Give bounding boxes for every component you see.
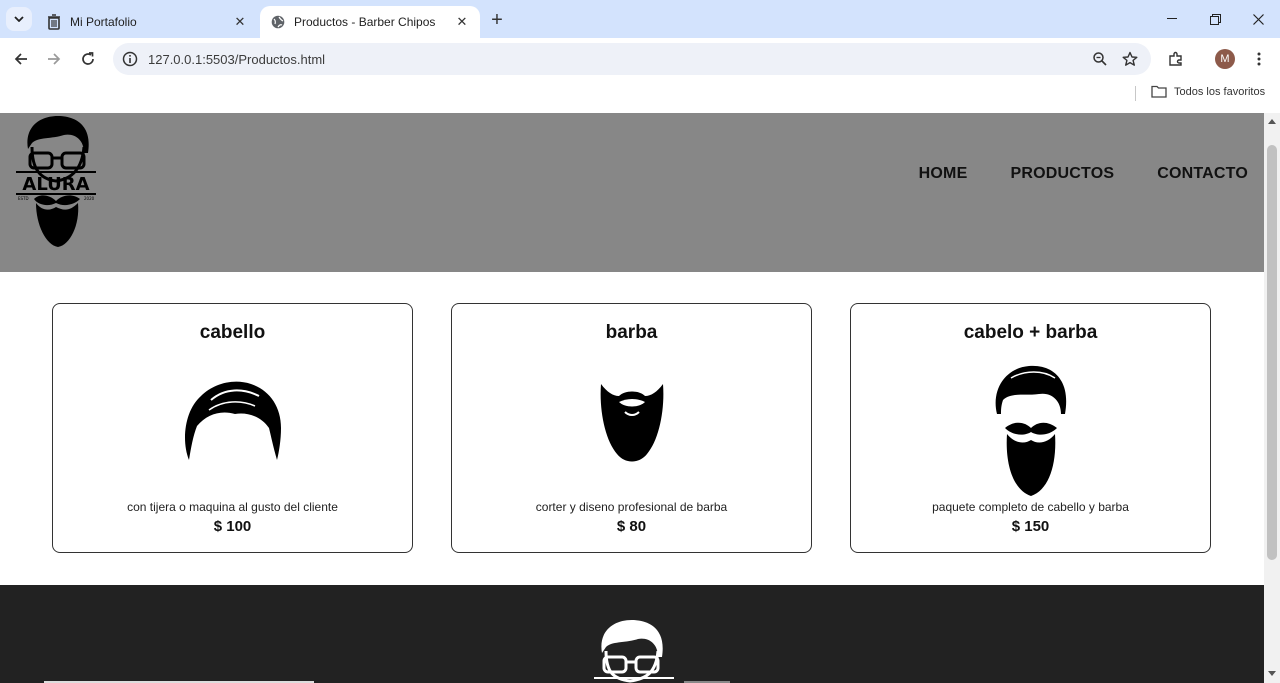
scroll-up-arrow-icon[interactable] [1268, 117, 1276, 125]
info-icon[interactable] [122, 51, 138, 67]
divider [1135, 86, 1136, 101]
more-vertical-icon [1257, 52, 1261, 66]
product-price: $ 150 [1011, 518, 1050, 535]
product-description: con tijera o maquina al gusto del client… [127, 500, 338, 514]
arrow-right-icon [48, 53, 61, 65]
globe-icon [270, 14, 286, 30]
scroll-down-arrow-icon[interactable] [1268, 669, 1276, 677]
tab-mi-portafolio[interactable]: Mi Portafolio ✕ [36, 6, 258, 38]
hair-icon [184, 381, 281, 460]
nav-productos[interactable]: PRODUCTOS [1010, 165, 1114, 183]
new-tab-button[interactable]: + [486, 9, 508, 31]
close-icon [1252, 13, 1264, 25]
product-description: paquete completo de cabello y barba [932, 500, 1129, 514]
product-title: barba [605, 322, 658, 343]
nav-contacto[interactable]: CONTACTO [1157, 165, 1248, 183]
restore-button[interactable] [1193, 0, 1237, 38]
zoom-icon[interactable] [1085, 44, 1115, 74]
page-scrollbar[interactable] [1264, 113, 1280, 683]
minimize-icon [1167, 18, 1177, 19]
reload-icon [82, 52, 94, 65]
scrollbar-thumb[interactable] [1267, 145, 1277, 560]
trash-icon [46, 14, 62, 30]
all-bookmarks-button[interactable]: Todos los favoritos [1151, 85, 1265, 98]
minimize-button[interactable] [1150, 0, 1194, 38]
barber-logo[interactable]: ALURA ESTD 2020 [14, 113, 98, 249]
folder-icon [1151, 85, 1167, 98]
close-icon[interactable]: ✕ [454, 14, 470, 30]
product-title: cabelo + barba [963, 322, 1098, 343]
site-footer [0, 585, 1264, 683]
extensions-button[interactable] [1163, 46, 1189, 72]
back-button[interactable] [8, 46, 34, 72]
tab-productos[interactable]: Productos - Barber Chipos ✕ [260, 6, 480, 38]
product-card-barba[interactable]: barba corter y diseno profesional de bar… [451, 303, 812, 553]
products-section: cabello con tijera o maquina al gusto de… [0, 303, 1264, 553]
close-window-button[interactable] [1236, 0, 1280, 38]
restore-icon [1209, 13, 1221, 25]
avatar: M [1215, 49, 1235, 69]
tab-search-button[interactable] [6, 7, 32, 31]
close-icon[interactable]: ✕ [232, 14, 248, 30]
nav-home[interactable]: HOME [919, 165, 968, 183]
reload-button[interactable] [75, 46, 101, 72]
all-bookmarks-label: Todos los favoritos [1174, 85, 1266, 98]
logo-text: ALURA [22, 174, 89, 195]
footer-logo[interactable] [592, 617, 676, 683]
bookmarks-bar: Todos los favoritos [0, 80, 1280, 113]
browser-toolbar: 127.0.0.1:5503/Productos.html M [0, 38, 1280, 80]
tab-title: Mi Portafolio [70, 15, 137, 29]
url-text[interactable]: 127.0.0.1:5503/Productos.html [148, 52, 1085, 67]
arrow-left-icon [14, 53, 27, 65]
forward-button[interactable] [41, 46, 67, 72]
browser-tab-bar: Mi Portafolio ✕ Productos - Barber Chipo… [0, 0, 1280, 38]
svg-text:ESTD: ESTD [18, 196, 29, 201]
beard-icon [600, 384, 663, 462]
hair-and-beard-icon [995, 365, 1066, 496]
tab-title: Productos - Barber Chipos [294, 15, 436, 29]
svg-text:2020: 2020 [84, 196, 95, 201]
product-card-cabello[interactable]: cabello con tijera o maquina al gusto de… [52, 303, 413, 553]
product-card-cabello-barba[interactable]: cabelo + barba paquete completo de cabel… [850, 303, 1211, 553]
product-price: $ 80 [616, 518, 647, 535]
product-description: corter y diseno profesional de barba [535, 500, 728, 514]
product-title: cabello [199, 322, 266, 343]
page-viewport: ALURA ESTD 2020 HOME PRODUCTOS CONTACTO … [0, 113, 1264, 683]
site-header: ALURA ESTD 2020 HOME PRODUCTOS CONTACTO [0, 113, 1264, 272]
address-bar[interactable]: 127.0.0.1:5503/Productos.html [113, 43, 1151, 75]
puzzle-icon [1169, 51, 1182, 66]
product-price: $ 100 [213, 518, 252, 535]
main-nav: HOME PRODUCTOS CONTACTO [919, 165, 1248, 183]
chevron-down-icon [14, 16, 24, 22]
profile-button[interactable]: M [1212, 46, 1238, 72]
menu-button[interactable] [1246, 46, 1272, 72]
bookmark-star-icon[interactable] [1115, 44, 1145, 74]
